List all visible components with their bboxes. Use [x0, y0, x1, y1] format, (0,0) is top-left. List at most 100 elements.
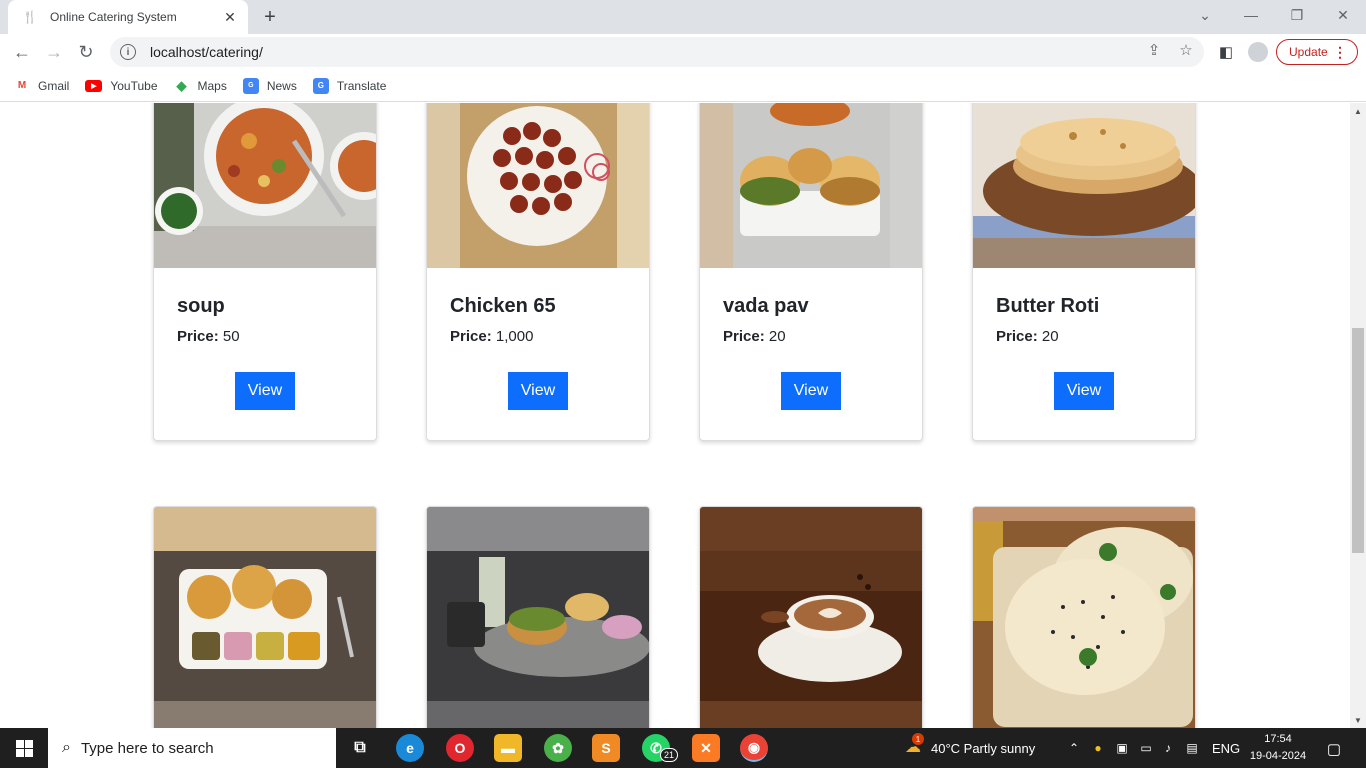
scroll-down-icon[interactable]: ▼	[1350, 712, 1366, 728]
news-icon: G	[242, 77, 259, 94]
meet-now-icon[interactable]: ▣	[1114, 740, 1130, 756]
search-placeholder: Type here to search	[80, 739, 214, 757]
battery-icon[interactable]: ▭	[1138, 740, 1154, 756]
bookmark-youtube[interactable]: ▶ YouTube	[85, 78, 158, 93]
share-icon[interactable]: ⇪	[1144, 40, 1164, 60]
volume-icon[interactable]: ♪	[1160, 740, 1176, 756]
notifications-icon[interactable]: ▢	[1324, 740, 1344, 758]
minimize-button[interactable]: —	[1228, 0, 1274, 30]
bookmark-maps[interactable]: ◆ Maps	[174, 78, 227, 94]
coffee-image	[700, 507, 922, 728]
bookmark-news[interactable]: G News	[242, 77, 297, 94]
menu-card-soup: soup Price: 50 View	[153, 103, 377, 441]
kulcha-image	[973, 507, 1195, 728]
bookmark-label: Translate	[336, 78, 387, 93]
back-icon[interactable]: ←	[10, 40, 34, 64]
gmail-icon: M	[17, 80, 27, 91]
scrollbar-thumb[interactable]	[1352, 328, 1364, 553]
tab-search-icon[interactable]: ⌄	[1182, 0, 1228, 30]
item-name: vada pav	[723, 295, 809, 317]
taskbar-search-box[interactable]: ⌕ Type here to search	[48, 728, 336, 768]
search-icon: ⌕	[62, 739, 71, 756]
bookmark-label: YouTube	[110, 78, 158, 93]
menu-card-vada-pav: vada pav Price: 20 View	[699, 103, 923, 441]
clock-time: 17:54	[1264, 733, 1292, 745]
view-button[interactable]: View	[781, 372, 841, 410]
file-explorer-icon[interactable]: ▬	[494, 734, 522, 762]
browser-tab[interactable]: 🍴 Online Catering System ✕	[8, 0, 248, 34]
item-price: Price: 20	[996, 328, 1059, 345]
whatsapp-badge: 21	[660, 748, 678, 762]
windows-logo-icon	[15, 739, 33, 757]
item-name: soup	[177, 295, 225, 317]
forward-icon[interactable]: →	[42, 40, 66, 64]
puri-bhaji-image	[154, 507, 376, 728]
menu-card-coffee	[699, 506, 923, 728]
close-tab-icon[interactable]: ✕	[222, 9, 238, 25]
translate-icon: G	[312, 77, 329, 94]
view-button[interactable]: View	[1054, 372, 1114, 410]
bookmark-translate[interactable]: G Translate	[312, 77, 387, 94]
address-bar[interactable]: i localhost/catering/	[110, 37, 1204, 67]
item-price: Price: 20	[723, 328, 786, 345]
weather-text[interactable]: 40°C Partly sunny	[931, 728, 1035, 768]
xampp-icon[interactable]: ✕	[692, 734, 720, 762]
windows-start-button[interactable]	[0, 728, 48, 768]
thali-image	[427, 507, 649, 728]
taskbar-clock[interactable]: 17:54 19-04-2024	[1240, 731, 1316, 765]
menu-card-butter-roti: Butter Roti Price: 20 View	[972, 103, 1196, 441]
price-value: 50	[222, 328, 240, 345]
item-name: Butter Roti	[996, 295, 1100, 317]
network-icon[interactable]: ▤	[1184, 740, 1200, 756]
bookmark-label: Maps	[197, 78, 227, 93]
side-panel-icon[interactable]: ◧	[1216, 42, 1236, 62]
page-viewport: soup Price: 50 View Chicken 65 Price: 1,…	[0, 103, 1350, 728]
show-hidden-icons[interactable]: ⌃	[1066, 740, 1082, 756]
windows-taskbar: ⌕ Type here to search ⧉ e O ▬ ✿ S ✆ 21 ✕…	[0, 728, 1366, 768]
task-view-icon[interactable]: ⧉	[346, 734, 374, 762]
youtube-icon: ▶	[85, 79, 103, 92]
item-name: Chicken 65	[450, 295, 556, 317]
sublime-text-icon[interactable]: S	[592, 734, 620, 762]
bookmarks-bar: M Gmail ▶ YouTube ◆ Maps G News G Transl…	[0, 70, 1366, 102]
bookmark-star-icon[interactable]: ☆	[1176, 40, 1196, 60]
weather-badge: 1	[912, 733, 924, 745]
clock-date: 19-04-2024	[1249, 750, 1307, 762]
bookmark-label: Gmail	[38, 78, 70, 93]
menu-dots-icon[interactable]: ⋮	[1333, 44, 1347, 61]
menu-card-thali	[426, 506, 650, 728]
item-price: Price: 50	[177, 328, 240, 345]
butter-roti-image	[973, 103, 1195, 268]
bookmark-gmail[interactable]: M Gmail	[14, 78, 70, 94]
item-price: Price: 1,000	[450, 328, 533, 345]
edge-icon[interactable]: e	[396, 734, 424, 762]
price-label: Price:	[723, 328, 765, 345]
app-tray-icon[interactable]: ●	[1090, 740, 1106, 756]
update-label: Update	[1289, 45, 1328, 59]
reload-icon[interactable]: ↻	[74, 40, 98, 64]
bookmark-label: News	[266, 78, 297, 93]
tab-title: Online Catering System	[50, 10, 177, 24]
url-text: localhost/catering/	[150, 44, 263, 60]
chicken-65-image	[427, 103, 649, 268]
site-info-icon[interactable]: i	[120, 44, 136, 60]
view-button[interactable]: View	[508, 372, 568, 410]
scroll-up-icon[interactable]: ▲	[1350, 103, 1366, 119]
view-button[interactable]: View	[235, 372, 295, 410]
price-value: 1,000	[495, 328, 534, 345]
close-window-button[interactable]: ✕	[1320, 0, 1366, 30]
language-indicator[interactable]: ENG	[1212, 728, 1240, 768]
restore-button[interactable]: ❐	[1274, 0, 1320, 30]
menu-card-kulcha	[972, 506, 1196, 728]
vada-pav-image	[700, 103, 922, 268]
opera-icon[interactable]: O	[446, 734, 474, 762]
chrome-icon[interactable]: ◉	[740, 734, 768, 762]
profile-avatar[interactable]	[1248, 42, 1268, 62]
update-button[interactable]: Update ⋮	[1276, 39, 1358, 65]
menu-card-chicken-65: Chicken 65 Price: 1,000 View	[426, 103, 650, 441]
page-scrollbar[interactable]: ▲ ▼	[1350, 103, 1366, 728]
spring-tool-icon[interactable]: ✿	[544, 734, 572, 762]
price-label: Price:	[450, 328, 492, 345]
new-tab-button[interactable]: +	[258, 6, 282, 28]
price-label: Price:	[177, 328, 219, 345]
